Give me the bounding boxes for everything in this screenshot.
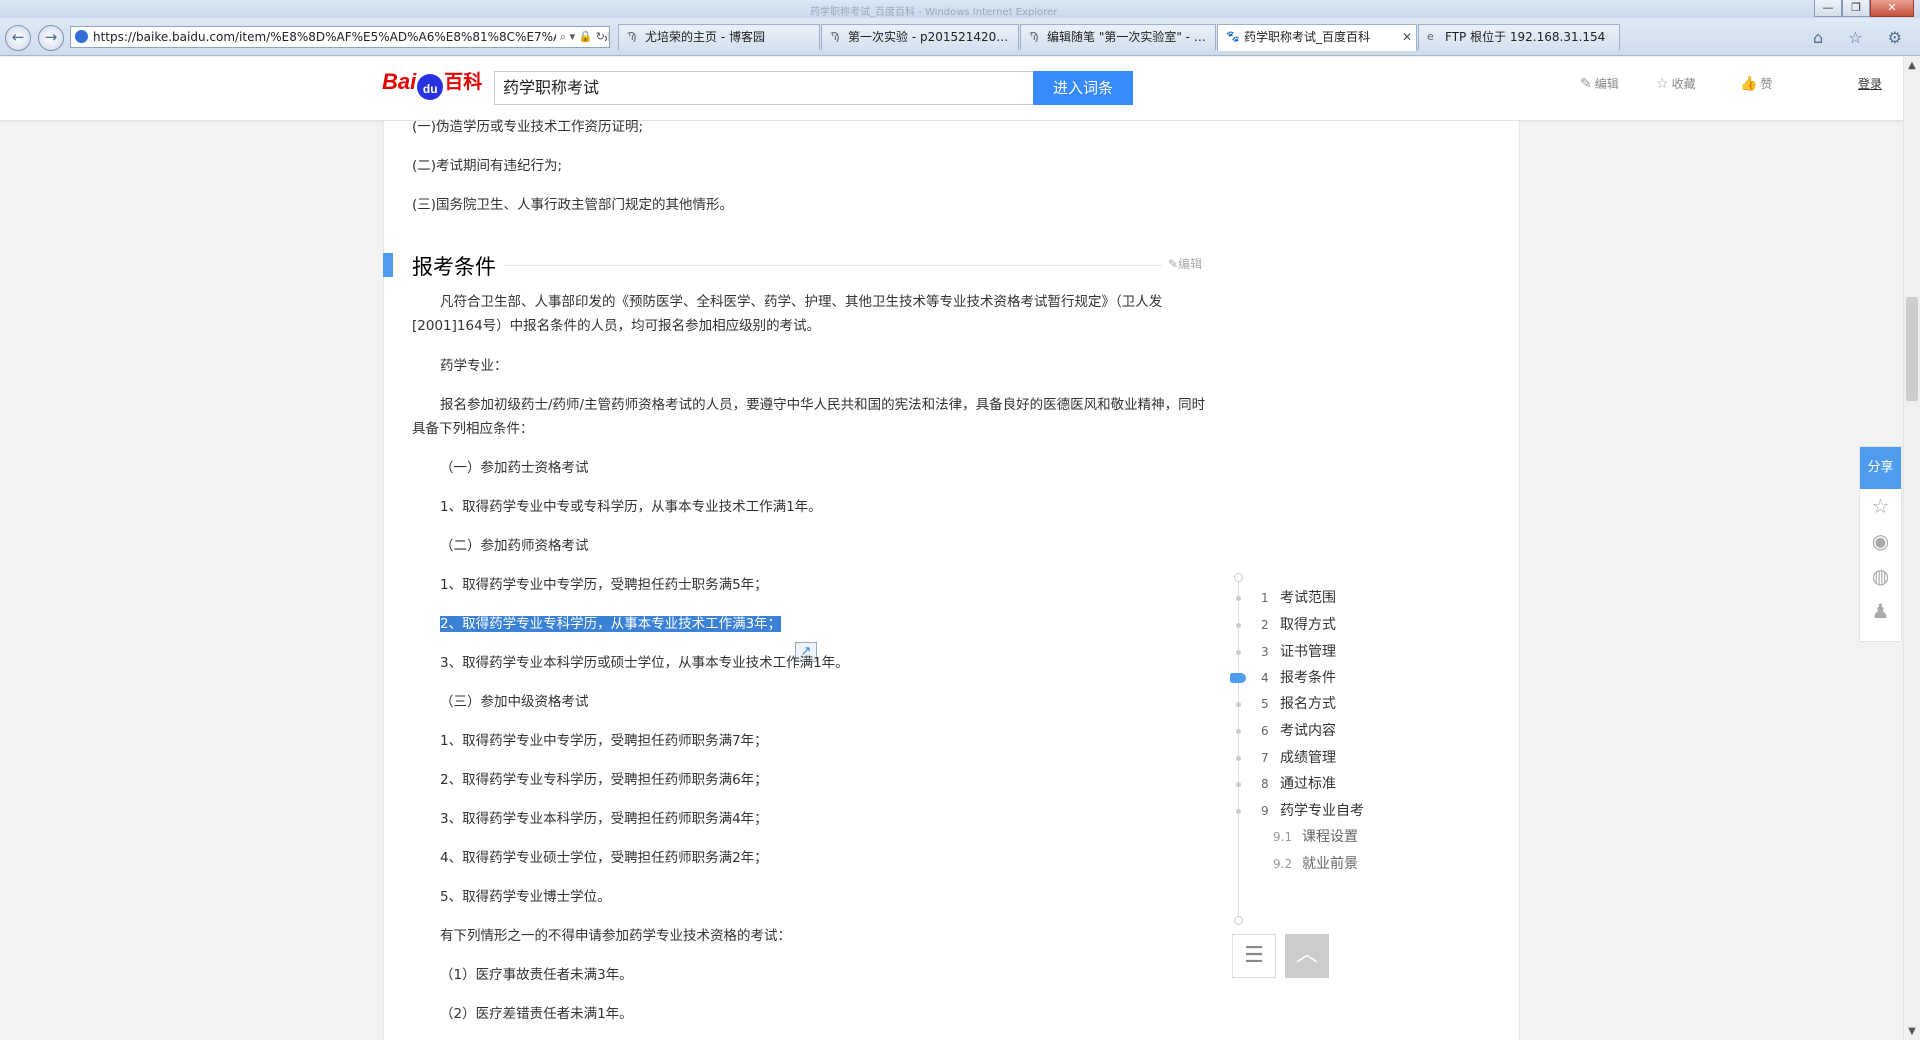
list-item: 3、取得药学专业本科学历，受聘担任药师职务满4年； bbox=[440, 811, 768, 827]
list-item: （三）参加中级资格考试 bbox=[440, 694, 589, 710]
pencil-icon: ✎ bbox=[1580, 76, 1592, 92]
enter-entry-button[interactable]: 进入词条 bbox=[1033, 71, 1133, 105]
address-tools-icons[interactable]: ⌕ ▾ 🔒 ↻ bbox=[555, 27, 605, 47]
address-url: https://baike.baidu.com/item/%E8%8D%AF%E… bbox=[93, 30, 609, 44]
qq-icon[interactable]: ♟ bbox=[1860, 594, 1901, 629]
weibo-icon[interactable]: ◉ bbox=[1860, 524, 1901, 559]
list-item: 1、取得药学专业中专学历，受聘担任药师职务满7年； bbox=[440, 733, 768, 749]
toc-end-dot bbox=[1234, 916, 1243, 925]
tab-edit-post[interactable]: Ϡ 编辑随笔 "第一次实验室" - 博... bbox=[1020, 24, 1216, 50]
toc-item-9[interactable]: 9 药学专业自考 bbox=[1228, 799, 1398, 823]
baidu-baike-logo[interactable]: Bai du 百科 bbox=[382, 67, 482, 100]
toc-item-9-2[interactable]: 9.2 就业前景 bbox=[1228, 852, 1398, 876]
thumbs-up-icon: 👍 bbox=[1740, 76, 1758, 92]
baike-header: Bai du 百科 药学职称考试 进入词条 ✎ 编辑 ☆ 收藏 👍 赞 登录 bbox=[0, 57, 1903, 121]
toc-item-1[interactable]: 1 考试范围 bbox=[1228, 586, 1398, 610]
tab-icon: e bbox=[1427, 30, 1434, 43]
list-item: (一)伪造学历或专业技术工作资历证明; bbox=[412, 119, 644, 135]
list-item: （一）参加药士资格考试 bbox=[440, 460, 589, 476]
list-item: 5、取得药学专业博士学位。 bbox=[440, 889, 611, 905]
list-item: 1、取得药学专业中专学历，受聘担任药士职务满5年； bbox=[440, 577, 768, 593]
scroll-up-icon[interactable]: ▲ bbox=[1904, 57, 1920, 74]
list-item: 3、取得药学专业本科学历或硕士学位，从事本专业技术工作满1年。 bbox=[440, 655, 849, 671]
star-icon: ☆ bbox=[1656, 76, 1669, 92]
major-label: 药学专业： bbox=[440, 358, 508, 374]
browser-navbar: ← → https://baike.baidu.com/item/%E8%8D%… bbox=[0, 18, 1920, 56]
share-button[interactable]: 分享 bbox=[1860, 447, 1901, 489]
section-title: 报考条件 bbox=[412, 251, 504, 281]
section-edit-link[interactable]: ✎编辑 bbox=[1162, 255, 1203, 272]
wechat-icon[interactable]: ◍ bbox=[1860, 559, 1901, 594]
tab-blog-home[interactable]: Ϡ 尤培荣的主页 - 博客园 bbox=[618, 24, 820, 50]
pencil-icon: ✎ bbox=[1168, 257, 1179, 271]
toc-list-button[interactable]: ☰ bbox=[1232, 934, 1276, 978]
section-marker bbox=[383, 253, 393, 277]
list-item: (二)考试期间有违纪行为; bbox=[412, 158, 563, 174]
list-item: 有下列情形之一的不得申请参加药学专业技术资格的考试： bbox=[440, 928, 791, 944]
edit-link[interactable]: ✎ 编辑 bbox=[1580, 75, 1619, 92]
scroll-down-icon[interactable]: ▼ bbox=[1904, 1023, 1920, 1040]
list-item: （1）医疗事故责任者未满3年。 bbox=[440, 967, 633, 983]
list-item: （2）医疗差错责任者未满1年。 bbox=[440, 1006, 633, 1022]
list-item: 4、取得药学专业硕士学位，受聘担任药师职务满2年； bbox=[440, 850, 768, 866]
list-item: 1、取得药学专业中专或专科学历，从事本专业技术工作满1年。 bbox=[440, 499, 822, 515]
toc-item-7[interactable]: 7 成绩管理 bbox=[1228, 746, 1398, 770]
tab-icon: Ϡ bbox=[830, 30, 840, 43]
toc-item-5[interactable]: 5 报名方式 bbox=[1228, 692, 1398, 716]
back-to-top-button[interactable]: ︿ bbox=[1285, 934, 1329, 978]
star-icon[interactable]: ☆ bbox=[1860, 489, 1901, 524]
login-link[interactable]: 登录 bbox=[1858, 75, 1882, 92]
toc-start-dot bbox=[1234, 573, 1243, 582]
tab-strip: Ϡ 尤培荣的主页 - 博客园 Ϡ 第一次实验 - p20152142001...… bbox=[618, 24, 1621, 51]
window-title: 药学职称考试_百度百科 - Windows Internet Explorer bbox=[810, 7, 1058, 18]
back-button[interactable]: ← bbox=[5, 25, 31, 51]
page-scrollbar[interactable]: ▲ ▼ bbox=[1903, 57, 1920, 1040]
list-item: 2、取得药学专业专科学历，受聘担任药师职务满6年； bbox=[440, 772, 768, 788]
minimize-button[interactable]: — bbox=[1814, 0, 1842, 17]
tab-ftp[interactable]: e FTP 根位于 192.168.31.154 bbox=[1418, 24, 1620, 50]
toc-item-2[interactable]: 2 取得方式 bbox=[1228, 613, 1398, 637]
tab-icon: 🐾 bbox=[1226, 30, 1240, 43]
selected-list-item: 2、取得药学专业专科学历，从事本专业技术工作满3年； bbox=[440, 616, 782, 632]
tab-icon: Ϡ bbox=[1029, 30, 1039, 43]
intro-paragraph: 凡符合卫生部、人事部印发的《预防医学、全科医学、药学、护理、其他卫生技术等专业技… bbox=[412, 294, 1163, 334]
requirement-paragraph: 报名参加初级药士/药师/主管药师资格考试的人员，要遵守中华人民共和国的宪法和法律… bbox=[412, 397, 1206, 437]
close-tab-icon[interactable]: ✕ bbox=[1402, 25, 1412, 49]
window-titlebar: 药学职称考试_百度百科 - Windows Internet Explorer … bbox=[0, 0, 1920, 18]
toc-item-9-1[interactable]: 9.1 课程设置 bbox=[1228, 825, 1398, 849]
toc-item-3[interactable]: 3 证书管理 bbox=[1228, 640, 1398, 664]
search-input[interactable]: 药学职称考试 bbox=[494, 71, 1034, 105]
maximize-button[interactable]: ❐ bbox=[1842, 0, 1870, 17]
section-divider bbox=[412, 265, 1202, 266]
address-bar[interactable]: https://baike.baidu.com/item/%E8%8D%AF%E… bbox=[70, 26, 610, 48]
toc-item-6[interactable]: 6 考试内容 bbox=[1228, 719, 1398, 743]
tab-icon: Ϡ bbox=[627, 30, 637, 43]
like-link[interactable]: 👍 赞 bbox=[1740, 75, 1772, 92]
list-item: （二）参加药师资格考试 bbox=[440, 538, 589, 554]
favorite-link[interactable]: ☆ 收藏 bbox=[1656, 75, 1696, 92]
toc-item-4-current[interactable]: 4 报考条件 bbox=[1228, 666, 1398, 690]
forward-button[interactable]: → bbox=[38, 25, 64, 51]
list-item: (三)国务院卫生、人事行政主管部门规定的其他情形。 bbox=[412, 197, 734, 213]
share-rail: 分享 ☆ ◉ ◍ ♟ bbox=[1859, 446, 1902, 642]
tab-baike-active[interactable]: 🐾 药学职称考试_百度百科 ✕ bbox=[1217, 24, 1417, 51]
toc-item-8[interactable]: 8 通过标准 bbox=[1228, 772, 1398, 796]
scroll-thumb[interactable] bbox=[1906, 297, 1918, 401]
close-window-button[interactable]: ✕ bbox=[1870, 0, 1914, 17]
tab-experiment[interactable]: Ϡ 第一次实验 - p20152142001... bbox=[821, 24, 1019, 50]
site-favicon-icon bbox=[75, 30, 88, 43]
browser-toolbar-icons[interactable]: ⌂ ☆ ⚙ bbox=[1813, 28, 1912, 47]
